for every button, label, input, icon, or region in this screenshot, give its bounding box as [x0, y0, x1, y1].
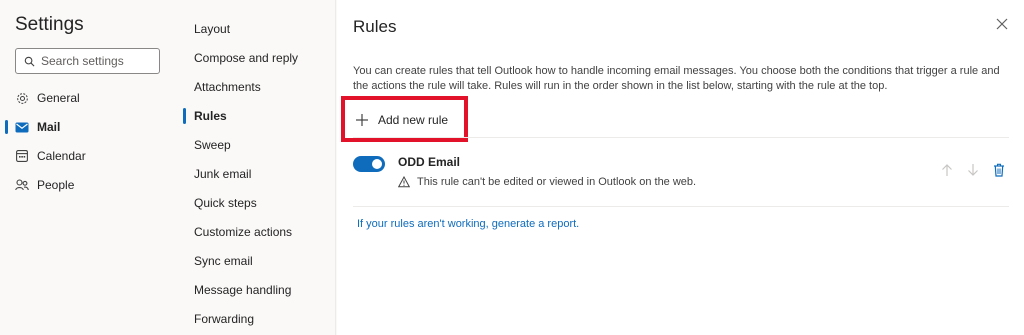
page-title: Rules	[353, 17, 397, 36]
toggle-knob	[372, 159, 382, 169]
submenu-item-quick-steps[interactable]: Quick steps	[194, 194, 257, 212]
nav-item-label: Calendar	[37, 149, 86, 163]
move-down-button[interactable]	[966, 163, 980, 177]
submenu-item-sweep[interactable]: Sweep	[194, 136, 231, 154]
gear-icon	[15, 91, 29, 105]
submenu-item-layout[interactable]: Layout	[194, 20, 230, 38]
search-input[interactable]: Search settings	[15, 48, 160, 74]
rule-actions	[940, 163, 1006, 177]
active-indicator	[183, 108, 186, 124]
divider	[353, 137, 1009, 138]
nav-item-mail[interactable]: Mail	[15, 116, 60, 138]
submenu-item-message-handling[interactable]: Message handling	[194, 281, 291, 299]
submenu-item-sync-email[interactable]: Sync email	[194, 252, 253, 270]
warning-icon	[398, 176, 410, 188]
nav-item-label: People	[37, 178, 75, 192]
rules-description: You can create rules that tell Outlook h…	[353, 65, 1000, 92]
rule-enabled-toggle[interactable]	[353, 156, 385, 172]
close-icon	[996, 18, 1008, 30]
submenu-item-junk-email[interactable]: Junk email	[194, 165, 251, 183]
nav-item-calendar[interactable]: Calendar	[15, 145, 86, 167]
rule-name: ODD Email	[398, 155, 461, 169]
arrow-up-icon	[942, 164, 952, 176]
submenu-item-customize-actions[interactable]: Customize actions	[194, 223, 292, 241]
submenu-item-compose-and-reply[interactable]: Compose and reply	[194, 49, 298, 67]
submenu-item-attachments[interactable]: Attachments	[194, 78, 261, 96]
arrow-down-icon	[968, 164, 978, 176]
add-new-rule-button[interactable]: Add new rule	[355, 110, 448, 130]
search-icon	[24, 56, 35, 66]
settings-title: Settings	[15, 14, 84, 35]
move-up-button[interactable]	[940, 163, 954, 177]
calendar-icon	[15, 149, 29, 163]
people-icon	[15, 178, 29, 192]
rule-warning-text: This rule can't be edited or viewed in O…	[417, 176, 697, 188]
mail-icon	[15, 120, 29, 134]
trash-icon	[994, 163, 1004, 177]
generate-report-link[interactable]: If your rules aren't working, generate a…	[357, 218, 579, 230]
rule-warning: This rule can't be edited or viewed in O…	[398, 176, 696, 188]
submenu-item-forwarding[interactable]: Forwarding	[194, 310, 254, 328]
close-button[interactable]	[994, 16, 1010, 32]
nav-item-label: Mail	[37, 120, 61, 134]
mail-settings-submenu: Layout Compose and reply Attachments Rul…	[176, 0, 336, 335]
settings-nav: Settings Search settings General Mail Ca…	[0, 0, 176, 335]
rules-panel: Rules You can create rules that tell Out…	[337, 0, 1024, 335]
add-new-rule-label: Add new rule	[378, 113, 449, 127]
delete-rule-button[interactable]	[992, 163, 1006, 177]
divider	[353, 206, 1009, 207]
nav-item-general[interactable]: General	[15, 87, 80, 109]
active-indicator	[5, 120, 8, 134]
plus-icon	[356, 114, 368, 126]
nav-item-people[interactable]: People	[15, 174, 74, 196]
submenu-item-rules[interactable]: Rules	[194, 107, 227, 125]
search-placeholder: Search settings	[41, 54, 124, 68]
nav-item-label: General	[37, 91, 80, 105]
